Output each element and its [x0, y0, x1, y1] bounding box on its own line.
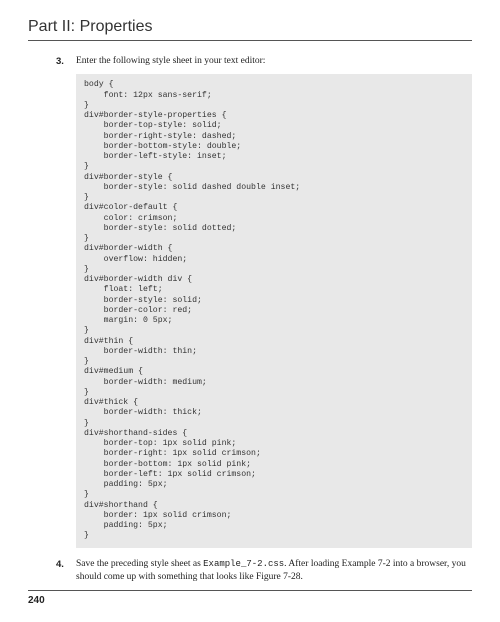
step-3: 3. Enter the following style sheet in yo… — [56, 55, 472, 68]
code-block: body { font: 12px sans-serif; } div#bord… — [76, 74, 472, 547]
step-number: 3. — [56, 55, 76, 68]
step-text: Save the preceding style sheet as Exampl… — [76, 558, 472, 585]
section-header: Part II: Properties — [28, 18, 472, 41]
step-text: Enter the following style sheet in your … — [76, 55, 472, 68]
step-number: 4. — [56, 558, 76, 585]
step-text-before: Save the preceding style sheet as — [76, 559, 203, 569]
inline-code: Example_7-2.css — [203, 559, 284, 569]
step-4: 4. Save the preceding style sheet as Exa… — [56, 558, 472, 585]
page-content: Part II: Properties 3. Enter the followi… — [0, 0, 500, 584]
page-number: 240 — [28, 590, 472, 606]
